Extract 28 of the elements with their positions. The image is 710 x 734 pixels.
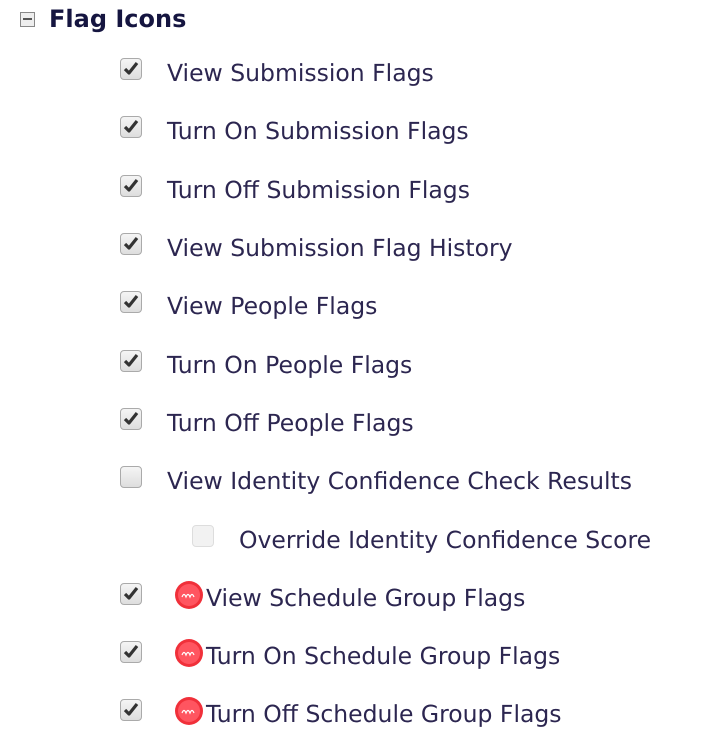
permission-label: View Submission Flag History [167, 234, 513, 262]
permission-label: View Identity Confidence Check Results [167, 467, 632, 496]
permission-label: View Schedule Group Flags [206, 584, 526, 612]
permission-label: Turn Off Submission Flags [167, 176, 470, 204]
permission-label: View People Flags [167, 292, 378, 320]
permission-label: Turn Off People Flags [167, 408, 414, 437]
checkbox[interactable] [120, 58, 142, 80]
checkbox[interactable] [120, 466, 142, 488]
permission-label: Turn On Schedule Group Flags [206, 642, 560, 670]
collapse-toggle-icon[interactable] [20, 12, 35, 26]
checkbox[interactable] [120, 408, 142, 430]
permission-label: Override Identity Confidence Score [239, 526, 652, 554]
checkbox[interactable] [120, 291, 142, 314]
permission-label: Turn On People Flags [167, 350, 412, 379]
permission-label: Turn On Submission Flags [167, 117, 469, 146]
checkbox[interactable] [120, 582, 142, 605]
checkbox[interactable] [120, 233, 142, 256]
status-badge-icon [174, 696, 204, 726]
checkbox[interactable] [120, 116, 142, 138]
status-badge-icon [174, 580, 204, 610]
checkbox[interactable] [120, 699, 142, 722]
checkbox[interactable] [120, 350, 142, 372]
checkbox[interactable] [120, 641, 142, 664]
permission-label: View Submission Flags [167, 59, 434, 88]
checkbox[interactable] [120, 174, 142, 197]
group-title: Flag Icons [49, 5, 186, 33]
permission-label: Turn Off Schedule Group Flags [206, 700, 562, 728]
status-badge-icon [174, 638, 204, 668]
